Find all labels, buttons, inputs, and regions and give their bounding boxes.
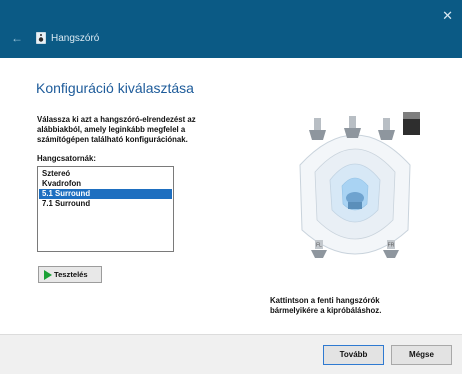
- intro-line: számítógépen található konfigurációnak.: [37, 135, 188, 144]
- close-icon[interactable]: ✕: [442, 9, 453, 22]
- window-title: Hangszóró: [51, 33, 100, 44]
- channel-option-7-1-surround[interactable]: 7.1 Surround: [39, 199, 172, 209]
- channel-option-stereo[interactable]: Sztereó: [39, 169, 172, 179]
- next-button[interactable]: Tovább: [323, 345, 384, 365]
- subwoofer-icon[interactable]: [403, 112, 420, 135]
- intro-text: Válassza ki azt a hangszóró-elrendezést …: [37, 115, 257, 145]
- channel-option-quadraphonic[interactable]: Kvadrofon: [39, 179, 172, 189]
- title-bar: ← Hangszóró ✕: [0, 0, 462, 58]
- speaker-icon[interactable]: [309, 118, 326, 140]
- hint-text: Kattintson a fenti hangszórók bármelyiké…: [270, 296, 440, 316]
- speaker-app-icon: [36, 32, 46, 44]
- channels-listbox[interactable]: Sztereó Kvadrofon 5.1 Surround 7.1 Surro…: [37, 166, 174, 252]
- channels-label: Hangcsatornák:: [37, 154, 96, 163]
- back-arrow-icon[interactable]: ←: [11, 32, 23, 44]
- speaker-label-fl: FL: [316, 243, 322, 249]
- hint-line: Kattintson a fenti hangszórók: [270, 296, 380, 305]
- speaker-icon[interactable]: [344, 116, 361, 138]
- intro-line: alábbiakból, amely leginkább megfelel a: [37, 125, 186, 134]
- listener-icon: [346, 192, 364, 209]
- hint-line: bármelyikére a kipróbáláshoz.: [270, 306, 382, 315]
- speaker-diagram: FL FR: [299, 112, 420, 258]
- test-button[interactable]: Tesztelés: [38, 266, 102, 283]
- page-title: Konfiguráció kiválasztása: [36, 80, 194, 96]
- speaker-label-fr: FR: [388, 243, 395, 249]
- channel-option-5-1-surround[interactable]: 5.1 Surround: [39, 189, 172, 199]
- speaker-icon[interactable]: [378, 118, 395, 140]
- test-button-label: Tesztelés: [54, 270, 88, 279]
- play-icon: [44, 270, 52, 280]
- cancel-button[interactable]: Mégse: [391, 345, 452, 365]
- intro-line: Válassza ki azt a hangszóró-elrendezést …: [37, 115, 196, 124]
